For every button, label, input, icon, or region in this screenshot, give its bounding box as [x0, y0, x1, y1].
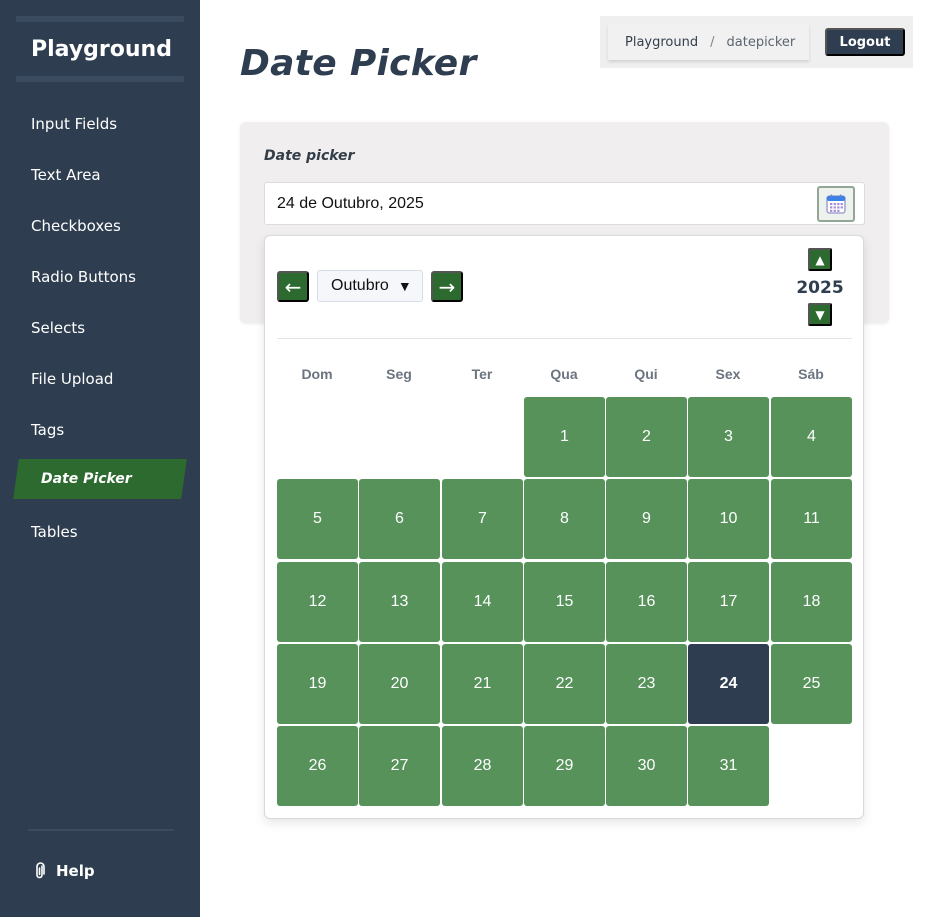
year-up-button[interactable]: ▲ [808, 248, 832, 271]
weekday-label: Dom [301, 366, 333, 382]
day-cell[interactable]: 29 [524, 726, 605, 806]
day-cell[interactable]: 20 [359, 644, 440, 724]
day-cell[interactable]: 12 [277, 562, 358, 642]
sidebar-item-text-area[interactable]: Text Area [31, 166, 101, 184]
brand-title: Playground [31, 37, 172, 62]
day-cell[interactable]: 10 [688, 479, 769, 559]
day-cell[interactable]: 1 [524, 397, 605, 477]
sidebar-divider [28, 829, 174, 831]
day-cell[interactable]: 3 [688, 397, 769, 477]
day-cell[interactable]: 14 [442, 562, 523, 642]
month-select[interactable]: Outubro ▼ [317, 270, 423, 302]
day-cell[interactable]: 21 [442, 644, 523, 724]
weekday-label: Sex [715, 366, 741, 382]
weekday-label: Qui [634, 366, 658, 382]
day-cell[interactable]: 18 [771, 562, 852, 642]
sidebar-item-tags[interactable]: Tags [31, 421, 64, 439]
day-cell[interactable]: 8 [524, 479, 605, 559]
day-cell[interactable]: 6 [359, 479, 440, 559]
calendar-toggle-button[interactable] [817, 186, 855, 222]
year-down-button[interactable]: ▼ [808, 303, 832, 326]
help-label: Help [56, 862, 95, 880]
page-title: Date Picker [240, 43, 477, 84]
sidebar-item-checkboxes[interactable]: Checkboxes [31, 217, 121, 235]
day-cell[interactable]: 11 [771, 479, 852, 559]
sidebar-item-tables[interactable]: Tables [31, 523, 78, 541]
day-cell[interactable]: 5 [277, 479, 358, 559]
day-cell[interactable]: 31 [688, 726, 769, 806]
weekday-label: Qua [550, 366, 578, 382]
calendar-icon [826, 194, 846, 214]
help-link[interactable]: Help [33, 862, 95, 880]
weekday-label: Seg [386, 366, 412, 382]
paperclip-icon [36, 862, 45, 879]
breadcrumb-current: datepicker [726, 34, 796, 50]
sidebar-item-input-fields[interactable]: Input Fields [31, 115, 117, 133]
day-cell[interactable]: 9 [606, 479, 687, 559]
day-cell[interactable]: 30 [606, 726, 687, 806]
day-cell[interactable]: 7 [442, 479, 523, 559]
day-cell[interactable]: 23 [606, 644, 687, 724]
day-cell[interactable]: 26 [277, 726, 358, 806]
day-cell[interactable]: 2 [606, 397, 687, 477]
date-input[interactable] [264, 182, 865, 225]
prev-month-button[interactable]: ← [277, 271, 309, 302]
sidebar: Playground Input Fields Text Area Checkb… [0, 0, 200, 917]
breadcrumb-root-link[interactable]: Playground [625, 35, 698, 50]
logout-button[interactable]: Logout [825, 28, 905, 56]
calendar-divider [277, 338, 852, 339]
day-cell[interactable]: 15 [524, 562, 605, 642]
next-month-button[interactable]: → [431, 271, 463, 302]
sidebar-item-selects[interactable]: Selects [31, 319, 85, 337]
day-cell[interactable]: 16 [606, 562, 687, 642]
breadcrumb-separator: / [710, 34, 715, 50]
sidebar-item-file-upload[interactable]: File Upload [31, 370, 113, 388]
day-cell[interactable]: 4 [771, 397, 852, 477]
weekday-label: Sáb [798, 366, 824, 382]
caret-down-icon: ▼ [397, 278, 412, 294]
month-select-value: Outubro [331, 277, 389, 294]
day-cell[interactable]: 19 [277, 644, 358, 724]
weekday-label: Ter [471, 366, 493, 382]
day-cell[interactable]: 22 [524, 644, 605, 724]
sidebar-item-date-picker-label: Date Picker [41, 471, 132, 487]
sidebar-item-radio-buttons[interactable]: Radio Buttons [31, 268, 136, 286]
day-cell[interactable]: 13 [359, 562, 440, 642]
day-cell[interactable]: 27 [359, 726, 440, 806]
date-picker-label: Date picker [264, 148, 355, 164]
day-cell[interactable]: 25 [771, 644, 852, 724]
day-cell-selected[interactable]: 24 [688, 644, 769, 724]
day-cell[interactable]: 17 [688, 562, 769, 642]
year-value: 2025 [796, 278, 844, 298]
breadcrumb: Playground / datepicker [608, 24, 809, 60]
day-cell[interactable]: 28 [442, 726, 523, 806]
